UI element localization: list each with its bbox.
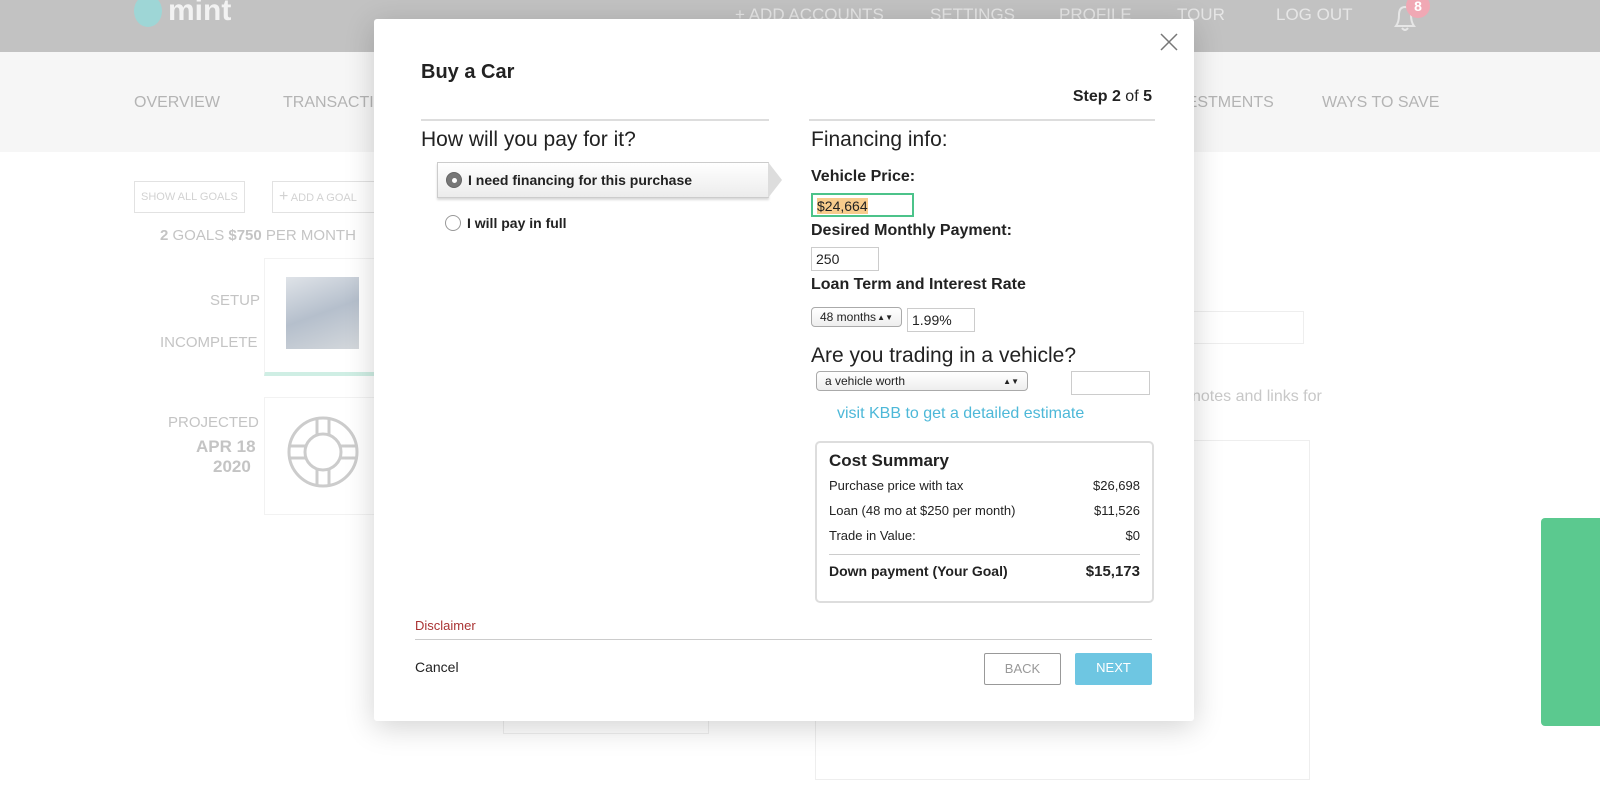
goal-status-incomplete: INCOMPLETE <box>160 334 258 351</box>
summary-divider <box>829 554 1140 555</box>
monthly-payment-label: Desired Monthly Payment: <box>811 222 1012 239</box>
nav-ways-to-save[interactable]: WAYS TO SAVE <box>1322 94 1439 112</box>
loan-term-label: Loan Term and Interest Rate <box>811 276 1026 293</box>
vehicle-price-input[interactable]: $24,664 <box>811 193 914 217</box>
divider <box>809 119 1155 121</box>
lifebuoy-icon <box>287 416 359 488</box>
logout-link[interactable]: LOG OUT <box>1276 5 1353 25</box>
trade-in-select[interactable]: a vehicle worth ▲▼ <box>816 371 1028 391</box>
feedback-side-tab[interactable] <box>1541 518 1600 726</box>
stepper-arrows-icon: ▲▼ <box>877 312 893 322</box>
loan-term-select[interactable]: 48 months ▲▼ <box>811 307 902 327</box>
projected-year: 2020 <box>213 457 251 476</box>
summary-title: Cost Summary <box>829 451 949 470</box>
pay-in-full-option[interactable]: I will pay in full <box>445 215 567 231</box>
mint-logo[interactable]: mint <box>134 0 231 28</box>
footer-divider <box>415 639 1152 640</box>
trade-in-value-input[interactable] <box>1071 371 1150 395</box>
projected-date: APR 18 <box>196 437 256 456</box>
plus-icon: + <box>279 188 289 205</box>
car-image <box>286 277 359 349</box>
goal-status-setup: SETUP <box>210 292 261 309</box>
divider <box>421 119 769 121</box>
nav-overview[interactable]: OVERVIEW <box>134 94 220 112</box>
summary-row: Trade in Value: $0 <box>829 528 1140 543</box>
add-goal-button[interactable]: + ADD A GOAL <box>272 181 382 213</box>
disclaimer-link[interactable]: Disclaimer <box>415 618 476 633</box>
vehicle-price-label: Vehicle Price: <box>811 168 916 185</box>
buy-car-dialog: Buy a Car Step 2 of 5 How will you pay f… <box>374 19 1194 721</box>
summary-total: Down payment (Your Goal) $15,173 <box>829 563 1140 580</box>
show-all-goals-button[interactable]: SHOW ALL GOALS <box>134 181 245 213</box>
summary-row: Loan (48 mo at $250 per month) $11,526 <box>829 503 1140 518</box>
notes-text: notes and links for <box>1192 388 1322 405</box>
cost-summary: Cost Summary Purchase price with tax $26,… <box>815 441 1154 603</box>
monthly-payment-input[interactable]: 250 <box>811 247 879 271</box>
financing-heading: Financing info: <box>811 128 948 151</box>
pay-heading: How will you pay for it? <box>421 128 636 151</box>
stepper-arrows-icon: ▲▼ <box>1003 376 1019 386</box>
kbb-link[interactable]: visit KBB to get a detailed estimate <box>837 405 1084 423</box>
goal-name-input[interactable] <box>1180 311 1304 344</box>
selected-arrow <box>768 162 782 198</box>
interest-rate-input[interactable]: 1.99% <box>907 308 975 332</box>
financing-option[interactable]: I need financing for this purchase <box>437 162 769 198</box>
back-button[interactable]: BACK <box>984 653 1061 685</box>
dialog-title: Buy a Car <box>421 61 515 83</box>
goals-summary: 2 GOALS $750 PER MONTH <box>160 227 356 244</box>
radio-unselected[interactable] <box>445 215 461 231</box>
next-button[interactable]: NEXT <box>1075 653 1152 685</box>
projected-label: PROJECTED <box>168 414 259 431</box>
step-indicator: Step 2 of 5 <box>1072 88 1152 105</box>
radio-selected[interactable] <box>446 172 462 188</box>
summary-row: Purchase price with tax $26,698 <box>829 478 1140 493</box>
close-icon[interactable] <box>1160 33 1178 51</box>
trade-in-heading: Are you trading in a vehicle? <box>811 344 1076 367</box>
cancel-link[interactable]: Cancel <box>415 659 459 675</box>
mint-drop-icon <box>134 0 162 27</box>
